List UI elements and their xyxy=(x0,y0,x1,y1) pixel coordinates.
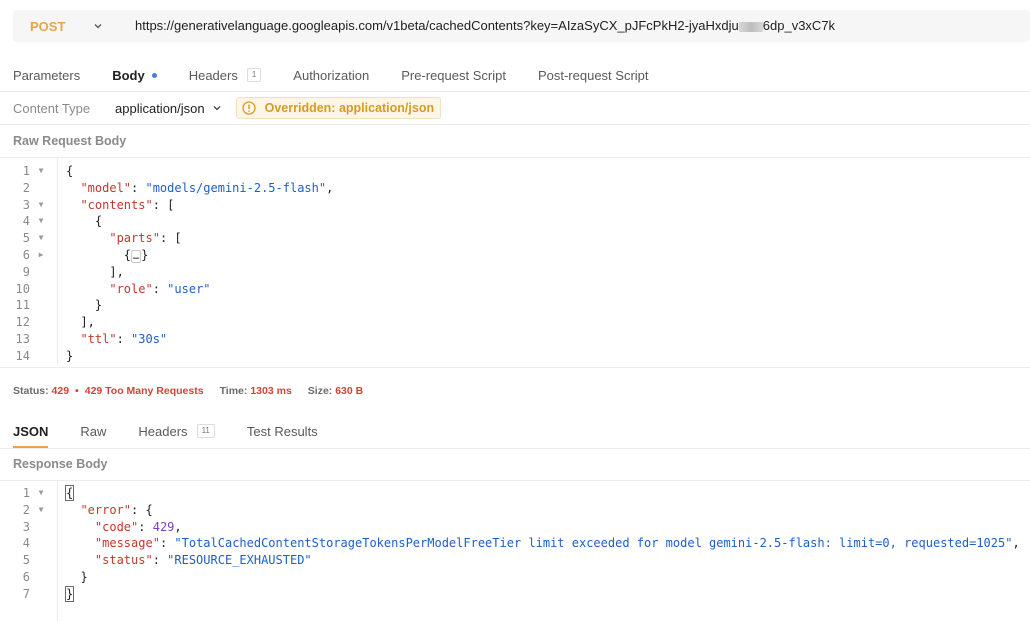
divider xyxy=(0,157,1030,158)
divider xyxy=(0,480,1030,481)
code-line: 4 ▼ { xyxy=(22,214,103,229)
tab-post-request-script[interactable]: Post-request Script xyxy=(538,68,649,83)
request-tabs: Parameters Body Headers 1 Authorization P… xyxy=(13,64,681,86)
code-line: 9 ], xyxy=(22,264,124,279)
status-code: 429 xyxy=(51,385,70,397)
tab-label: JSON xyxy=(13,423,49,439)
method-label: POST xyxy=(30,18,66,34)
content-type-select[interactable]: application/json xyxy=(115,101,222,116)
url-input[interactable]: https://generativelanguage.googleapis.co… xyxy=(135,18,835,33)
headers-count-badge: 1 xyxy=(246,68,262,82)
code-line: 5 ▼ "parts": [ xyxy=(22,231,182,246)
url-prefix: https://generativelanguage.googleapis.co… xyxy=(135,18,739,33)
code-line: 4 "message": "TotalCachedContentStorageT… xyxy=(22,536,1020,551)
code-line: 6 ▶ {…} xyxy=(22,247,149,263)
url-suffix: 6dp_v3xC7k xyxy=(762,18,836,33)
override-text: Overridden: application/json xyxy=(264,101,435,115)
response-body-label: Response Body xyxy=(13,457,108,471)
code-line: 11 } xyxy=(15,298,103,313)
tab-label: Raw xyxy=(80,423,107,439)
tab-label: Authorization xyxy=(293,67,370,83)
tab-pre-request-script[interactable]: Pre-request Script xyxy=(401,68,506,83)
content-type-row: Content Type application/json Overridden… xyxy=(13,97,442,119)
code-line: 3 ▼ "contents": [ xyxy=(22,197,175,212)
tab-label: Pre-request Script xyxy=(401,67,506,83)
code-line: 2 ▼ "error": { xyxy=(22,502,153,517)
divider xyxy=(0,124,1030,125)
redacted-segment xyxy=(738,21,763,32)
tab-response-headers[interactable]: Headers 11 xyxy=(138,423,215,439)
tab-label: Parameters xyxy=(13,67,81,83)
time-label: Time: xyxy=(219,385,248,397)
code-line: 13 "ttl": "30s" xyxy=(15,331,168,346)
chevron-down-icon xyxy=(213,106,221,111)
tab-body[interactable]: Body xyxy=(112,68,157,83)
divider xyxy=(0,448,1030,449)
code-line: 14} xyxy=(15,348,74,363)
code-line: 3 "code": 429, xyxy=(22,519,182,534)
response-tabs: JSON Raw Headers 11 Test Results xyxy=(13,420,350,448)
code-line: 5 "status": "RESOURCE_EXHAUSTED" xyxy=(22,553,312,568)
tab-authorization[interactable]: Authorization xyxy=(293,68,369,83)
modified-dot xyxy=(151,72,157,78)
tab-json[interactable]: JSON xyxy=(13,423,49,448)
info-icon xyxy=(241,101,256,115)
response-status: Status: 429 • 429 Too Many Requests Time: … xyxy=(13,385,364,397)
collapsed-placeholder[interactable]: … xyxy=(131,249,142,263)
code-line: 1 ▼{ xyxy=(22,485,75,501)
raw-request-body-label: Raw Request Body xyxy=(13,134,127,148)
method-select[interactable]: POST xyxy=(13,10,113,42)
code-line: 1 ▼{ xyxy=(22,164,74,178)
code-line: 12 ], xyxy=(15,315,95,330)
divider xyxy=(0,367,1030,368)
divider xyxy=(0,91,1030,92)
tab-label: Test Results xyxy=(246,423,318,439)
status-text: 429 Too Many Requests xyxy=(84,385,204,397)
response-body-viewer[interactable]: 1 ▼{ 2 ▼ "error": { 3 "code": 429, 4 "mess… xyxy=(0,485,1020,603)
request-body-editor[interactable]: 1 ▼{ 2 "model": "models/gemini-2.5-flash"… xyxy=(0,163,334,365)
tab-label: Post-request Script xyxy=(537,67,649,83)
override-badge: Overridden: application/json xyxy=(235,97,442,119)
tab-test-results[interactable]: Test Results xyxy=(247,424,318,439)
tab-raw[interactable]: Raw xyxy=(80,424,106,439)
tab-label: Body xyxy=(112,67,145,83)
tab-label: Headers xyxy=(188,67,238,83)
chevron-down-icon xyxy=(94,24,102,29)
status-label: Status: xyxy=(13,385,49,397)
code-line: 2 "model": "models/gemini-2.5-flash", xyxy=(22,180,334,195)
tab-headers[interactable]: Headers 1 xyxy=(189,68,262,83)
code-line: 6 } xyxy=(22,569,88,584)
time-value: 1303 ms xyxy=(250,385,292,397)
code-line: 10 "role": "user" xyxy=(15,281,211,296)
size-value: 630 B xyxy=(335,385,364,397)
headers-count-badge: 11 xyxy=(196,424,215,438)
tab-parameters[interactable]: Parameters xyxy=(13,68,80,83)
code-line: 7} xyxy=(22,585,75,602)
content-type-value: application/json xyxy=(115,100,205,116)
size-label: Size: xyxy=(307,385,333,397)
tab-label: Headers xyxy=(138,423,188,439)
content-type-label: Content Type xyxy=(13,100,91,116)
